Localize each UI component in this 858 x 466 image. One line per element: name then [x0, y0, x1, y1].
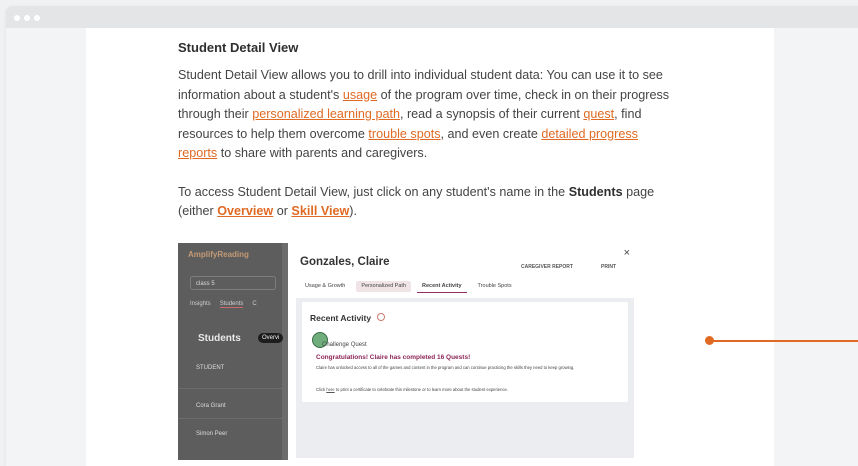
print-button: PRINT [601, 264, 616, 270]
recent-activity-card: Recent Activity Challenge Quest Congratu… [302, 302, 628, 402]
class-select: class 5 [190, 276, 276, 290]
divider [178, 388, 282, 389]
window-dot-icon[interactable] [14, 15, 20, 21]
access-paragraph: To access Student Detail View, just clic… [178, 183, 670, 222]
article-content: Student Detail View Student Detail View … [178, 40, 670, 222]
personalized-learning-path-link[interactable]: personalized learning path [252, 107, 400, 121]
activity-body: Claire has unlocked access to all of the… [316, 365, 575, 370]
quest-link[interactable]: quest [583, 107, 614, 121]
tab-usage-growth: Usage & Growth [305, 283, 346, 289]
trouble-spots-link[interactable]: trouble spots [368, 127, 440, 141]
congrats-message: Congratulations! Claire has completed 16… [316, 354, 471, 361]
overview-link[interactable]: Overview [217, 204, 273, 218]
text: ). [349, 204, 357, 218]
background-app: AmplifyReading class 5 Insights Students C… [178, 243, 284, 460]
title-bar [6, 6, 858, 28]
tab-students: Students [219, 301, 244, 308]
tab-recent-activity: Recent Activity [417, 281, 467, 293]
students-heading: Students [198, 333, 241, 344]
student-detail-screenshot: AmplifyReading class 5 Insights Students C… [178, 243, 638, 460]
student-detail-modal: Gonzales, Claire × CAREGIVER REPORT PRIN… [288, 243, 638, 460]
text: To access Student Detail View, just clic… [178, 184, 569, 199]
student-row: Simon Peer [196, 431, 228, 437]
skill-view-link[interactable]: Skill View [291, 204, 349, 218]
usage-link[interactable]: usage [343, 88, 377, 102]
text: to share with parents and caregivers. [217, 146, 428, 160]
students-emphasis: Students [568, 184, 623, 199]
close-icon: × [623, 247, 630, 259]
brand-logo: AmplifyReading [188, 250, 249, 259]
student-row: Cora Grant [196, 403, 226, 409]
tab-personalized-path: Personalized Path [356, 281, 411, 292]
window-dot-icon[interactable] [24, 15, 30, 21]
tab-insights: Insights [190, 301, 211, 307]
section-title: Student Detail View [178, 40, 299, 55]
divider [178, 418, 282, 419]
background-tabs: Insights Students C [190, 301, 266, 308]
modal-tabs: Usage & Growth Personalized Path Recent Ac… [300, 281, 523, 293]
text: to print a certificate to celebrate this… [334, 387, 509, 392]
activity-panel: Recent Activity Challenge Quest Congratu… [296, 298, 634, 458]
here-link: here [326, 387, 335, 392]
quest-label: Challenge Quest [322, 342, 367, 348]
intro-paragraph: Student Detail View allows you to drill … [178, 66, 670, 164]
window-dot-icon[interactable] [34, 15, 40, 21]
certificate-text: Click here to print a certificate to cel… [316, 387, 508, 392]
column-header: STUDENT [196, 365, 225, 371]
tab-other: C [252, 301, 257, 307]
overview-toggle: Overvi [258, 333, 284, 343]
left-margin [6, 28, 86, 466]
info-icon [377, 313, 385, 321]
right-margin [774, 28, 858, 466]
text: Click [316, 387, 327, 392]
tab-trouble-spots: Trouble Spots [477, 283, 512, 289]
callout-line [710, 340, 858, 342]
card-title: Recent Activity [310, 313, 372, 323]
student-name: Gonzales, Claire [300, 256, 390, 268]
text: , read a synopsis of their current [399, 107, 584, 121]
text: , and even create [440, 126, 542, 141]
caregiver-report-button: CAREGIVER REPORT [521, 264, 573, 270]
text: or [273, 204, 292, 218]
